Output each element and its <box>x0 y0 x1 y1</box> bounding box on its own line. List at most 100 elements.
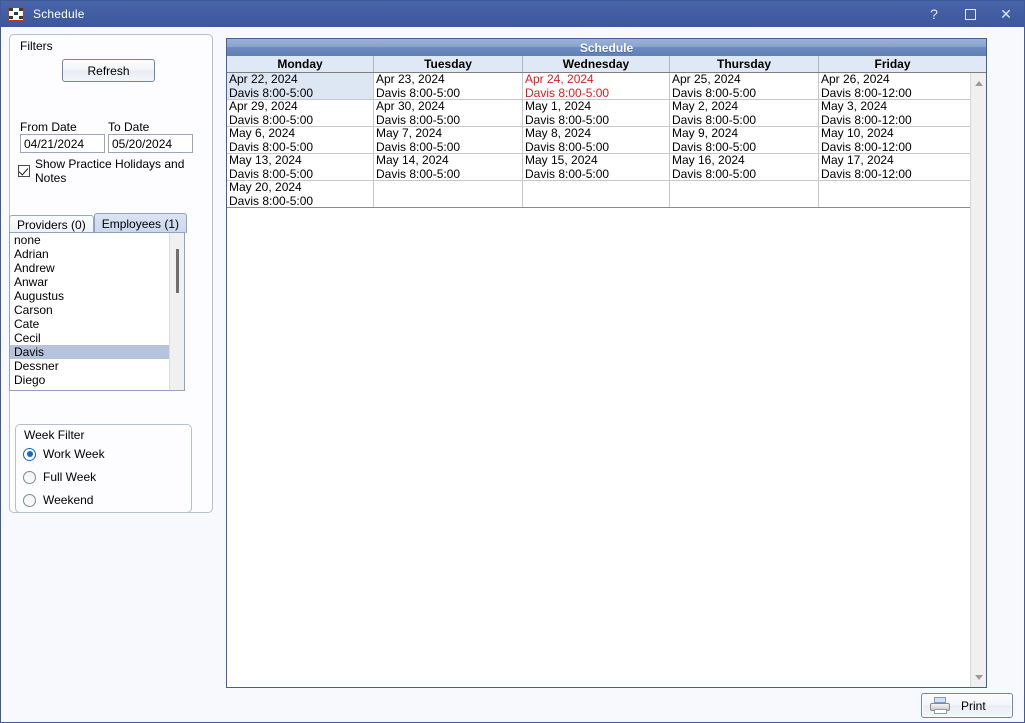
schedule-cell[interactable]: Apr 24, 2024Davis 8:00-5:00 <box>523 73 670 99</box>
list-item[interactable]: Dessner <box>10 359 184 373</box>
radio-selected-icon <box>23 448 36 461</box>
schedule-cell[interactable]: May 14, 2024Davis 8:00-5:00 <box>374 154 523 180</box>
list-item[interactable]: Augustus <box>10 289 184 303</box>
schedule-cell[interactable]: May 6, 2024Davis 8:00-5:00 <box>227 127 374 153</box>
cell-date: Apr 23, 2024 <box>376 73 522 87</box>
column-header-monday[interactable]: Monday <box>227 56 374 72</box>
scroll-down-button[interactable] <box>971 669 986 685</box>
column-header-thursday[interactable]: Thursday <box>670 56 819 72</box>
from-date-input[interactable] <box>20 134 105 153</box>
maximize-icon <box>965 9 976 20</box>
cell-date: May 20, 2024 <box>229 181 373 195</box>
show-holidays-checkbox[interactable]: Show Practice Holidays and Notes <box>18 157 212 185</box>
schedule-cell[interactable]: Apr 25, 2024Davis 8:00-5:00 <box>670 73 819 99</box>
help-button[interactable]: ? <box>916 1 952 27</box>
schedule-cell[interactable] <box>523 181 670 207</box>
schedule-cell[interactable]: May 15, 2024Davis 8:00-5:00 <box>523 154 670 180</box>
tab-employees[interactable]: Employees (1) <box>94 213 187 233</box>
schedule-cell[interactable]: May 13, 2024Davis 8:00-5:00 <box>227 154 374 180</box>
schedule-cell[interactable] <box>670 181 819 207</box>
list-item[interactable]: Carson <box>10 303 184 317</box>
schedule-cell[interactable]: May 8, 2024Davis 8:00-5:00 <box>523 127 670 153</box>
radio-unselected-icon <box>23 471 36 484</box>
schedule-row: Apr 29, 2024Davis 8:00-5:00Apr 30, 2024D… <box>227 100 970 127</box>
cell-date: May 7, 2024 <box>376 127 522 141</box>
employee-list-scrollbar[interactable] <box>169 233 184 390</box>
people-tabstrip: Providers (0) Employees (1) <box>9 213 187 233</box>
schedule-cell[interactable] <box>819 181 966 207</box>
schedule-cell[interactable]: Apr 22, 2024Davis 8:00-5:00 <box>227 73 374 99</box>
schedule-cell[interactable]: May 16, 2024Davis 8:00-5:00 <box>670 154 819 180</box>
schedule-cell[interactable]: May 1, 2024Davis 8:00-5:00 <box>523 100 670 126</box>
schedule-grid-body[interactable]: Apr 22, 2024Davis 8:00-5:00Apr 23, 2024D… <box>227 73 970 687</box>
radio-work-week-label: Work Week <box>43 447 105 461</box>
close-icon: ✕ <box>1000 7 1012 21</box>
list-item-selected[interactable]: Davis <box>10 345 184 359</box>
print-button[interactable]: Print <box>921 693 1013 718</box>
filters-legend: Filters <box>20 39 53 53</box>
schedule-cell[interactable]: Apr 30, 2024Davis 8:00-5:00 <box>374 100 523 126</box>
tab-providers[interactable]: Providers (0) <box>9 215 94 233</box>
cell-date: May 15, 2024 <box>525 154 669 168</box>
scroll-up-button[interactable] <box>971 75 986 91</box>
printer-icon <box>929 697 951 715</box>
schedule-cell[interactable] <box>374 181 523 207</box>
schedule-row: May 20, 2024Davis 8:00-5:00 <box>227 181 970 208</box>
schedule-cell[interactable]: May 9, 2024Davis 8:00-5:00 <box>670 127 819 153</box>
week-filter-group: Week Filter Work Week Full Week Weekend <box>15 424 192 513</box>
to-date-input[interactable] <box>108 134 193 153</box>
scrollbar-thumb[interactable] <box>176 249 179 293</box>
week-filter-legend: Week Filter <box>24 428 84 442</box>
cell-date: May 16, 2024 <box>672 154 818 168</box>
tab-providers-label: Providers (0) <box>17 218 86 232</box>
column-header-friday[interactable]: Friday <box>819 56 966 72</box>
cell-date: May 13, 2024 <box>229 154 373 168</box>
refresh-button-label: Refresh <box>87 64 129 78</box>
list-item[interactable]: Diego <box>10 373 184 387</box>
list-item[interactable]: Cate <box>10 317 184 331</box>
cell-entry: Davis 8:00-12:00 <box>821 87 966 100</box>
radio-weekend[interactable]: Weekend <box>23 493 93 507</box>
cell-date: Apr 25, 2024 <box>672 73 818 87</box>
schedule-cell[interactable]: May 20, 2024Davis 8:00-5:00 <box>227 181 374 207</box>
list-item[interactable]: Anwar <box>10 275 184 289</box>
schedule-row: Apr 22, 2024Davis 8:00-5:00Apr 23, 2024D… <box>227 73 970 100</box>
schedule-cell[interactable]: May 7, 2024Davis 8:00-5:00 <box>374 127 523 153</box>
cell-entry: Davis 8:00-5:00 <box>672 114 818 127</box>
list-item[interactable]: Cecil <box>10 331 184 345</box>
schedule-cell[interactable]: May 2, 2024Davis 8:00-5:00 <box>670 100 819 126</box>
column-header-tuesday[interactable]: Tuesday <box>374 56 523 72</box>
window-title: Schedule <box>33 7 85 21</box>
cell-date: May 10, 2024 <box>821 127 966 141</box>
schedule-cell[interactable]: May 10, 2024Davis 8:00-12:00 <box>819 127 966 153</box>
employee-list[interactable]: none Adrian Andrew Anwar Augustus Carson… <box>9 232 185 391</box>
schedule-grid-scrollbar[interactable] <box>970 73 986 687</box>
schedule-cell[interactable]: Apr 26, 2024Davis 8:00-12:00 <box>819 73 966 99</box>
cell-entry: Davis 8:00-5:00 <box>672 141 818 154</box>
schedule-cell[interactable]: Apr 23, 2024Davis 8:00-5:00 <box>374 73 523 99</box>
cell-entry: Davis 8:00-12:00 <box>821 114 966 127</box>
refresh-button[interactable]: Refresh <box>62 59 155 82</box>
schedule-cell[interactable]: Apr 29, 2024Davis 8:00-5:00 <box>227 100 374 126</box>
cell-entry: Davis 8:00-5:00 <box>672 87 818 100</box>
cell-date: Apr 26, 2024 <box>821 73 966 87</box>
list-item[interactable]: Adrian <box>10 247 184 261</box>
radio-full-week[interactable]: Full Week <box>23 470 96 484</box>
schedule-cell[interactable]: May 17, 2024Davis 8:00-12:00 <box>819 154 966 180</box>
radio-full-week-label: Full Week <box>43 470 96 484</box>
cell-entry: Davis 8:00-5:00 <box>229 168 373 181</box>
cell-entry: Davis 8:00-5:00 <box>376 141 522 154</box>
close-button[interactable]: ✕ <box>988 1 1024 27</box>
cell-date: May 14, 2024 <box>376 154 522 168</box>
list-item[interactable]: none <box>10 233 184 247</box>
maximize-button[interactable] <box>952 1 988 27</box>
cell-entry: Davis 8:00-12:00 <box>821 141 966 154</box>
cell-entry: Davis 8:00-12:00 <box>821 168 966 181</box>
schedule-grid-panel: Schedule MondayTuesdayWednesdayThursdayF… <box>226 38 987 688</box>
schedule-cell[interactable]: May 3, 2024Davis 8:00-12:00 <box>819 100 966 126</box>
list-item[interactable]: Andrew <box>10 261 184 275</box>
column-header-wednesday[interactable]: Wednesday <box>523 56 670 72</box>
calendar-grid-icon <box>8 7 24 21</box>
cell-entry: Davis 8:00-5:00 <box>376 168 522 181</box>
radio-work-week[interactable]: Work Week <box>23 447 105 461</box>
